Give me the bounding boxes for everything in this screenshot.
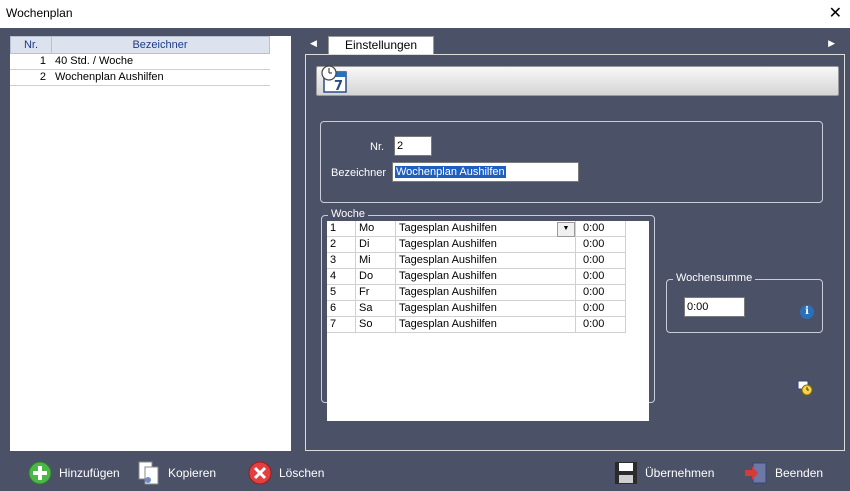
row-nr: 5 [330, 286, 337, 298]
plan-list-row[interactable]: 2 Wochenplan Aushilfen [10, 70, 270, 86]
row-plan[interactable]: Tagesplan Aushilfen [399, 301, 497, 316]
row-plan[interactable]: Tagesplan Aushilfen [399, 269, 497, 284]
copy-button-label: Kopieren [168, 466, 217, 480]
row-nr: 2 [39, 71, 46, 83]
row-plan[interactable]: Tagesplan Aushilfen [399, 221, 497, 236]
exit-button-label: Beenden [775, 466, 824, 480]
info-icon[interactable]: i [800, 305, 814, 319]
table-row[interactable]: 1 Mo Tagesplan Aushilfen ▼ 0:00 [327, 221, 625, 237]
bezeichner-label: Bezeichner [331, 167, 387, 179]
wochensumme-title: Wochensumme [673, 272, 756, 284]
row-time: 0:00 [583, 222, 605, 234]
add-button[interactable]: Hinzufügen [27, 458, 120, 488]
row-nr: 2 [330, 238, 337, 250]
bezeichner-value: Wochenplan Aushilfen [395, 166, 506, 178]
plus-icon [28, 461, 52, 485]
row-day: Fr [359, 286, 370, 298]
row-nr: 3 [330, 254, 337, 266]
row-nr: 6 [330, 302, 337, 314]
add-button-label: Hinzufügen [59, 466, 120, 480]
woche-title: Woche [328, 208, 369, 220]
tab-scroll-right-icon[interactable]: ▶ [828, 38, 835, 49]
exit-button[interactable]: Beenden [743, 458, 823, 488]
tab-strip: ◀ Einstellungen ▶ [300, 34, 845, 55]
plan-list-header: Nr. Bezeichner [10, 36, 270, 54]
row-nr: 7 [330, 318, 337, 330]
row-plan[interactable]: Tagesplan Aushilfen [399, 285, 497, 300]
row-plan[interactable]: Tagesplan Aushilfen [399, 237, 497, 252]
table-row[interactable]: 2 Di Tagesplan Aushilfen 0:00 [327, 237, 625, 253]
row-plan[interactable]: Tagesplan Aushilfen [399, 317, 497, 332]
delete-button[interactable]: Löschen [247, 458, 324, 488]
table-row[interactable]: 4 Do Tagesplan Aushilfen 0:00 [327, 269, 625, 285]
tab-einstellungen[interactable]: Einstellungen [328, 36, 434, 55]
row-time: 0:00 [583, 302, 605, 314]
row-day: So [359, 318, 373, 330]
row-day: Di [359, 238, 370, 250]
window-title: Wochenplan [6, 6, 73, 20]
row-nr: 1 [39, 55, 46, 67]
close-icon[interactable]: ✕ [829, 3, 842, 23]
title-bar: Wochenplan ✕ [0, 0, 850, 29]
table-row[interactable]: 5 Fr Tagesplan Aushilfen 0:00 [327, 285, 625, 301]
copy-button[interactable]: Kopieren [136, 458, 216, 488]
row-bezeichner: Wochenplan Aushilfen [55, 71, 164, 83]
row-bezeichner: 40 Std. / Woche [55, 55, 134, 67]
save-icon [615, 462, 637, 484]
client-area: Nr. Bezeichner 1 40 Std. / Woche 2 Woche… [0, 28, 850, 491]
delete-button-label: Löschen [279, 466, 325, 480]
row-time: 0:00 [583, 318, 605, 330]
woche-table: 1 Mo Tagesplan Aushilfen ▼ 0:00 2 Di Tag… [327, 221, 649, 421]
svg-text:7: 7 [334, 79, 343, 94]
row-time: 0:00 [583, 254, 605, 266]
tab-scroll-left-icon[interactable]: ◀ [310, 38, 317, 49]
plan-list: Nr. Bezeichner 1 40 Std. / Woche 2 Woche… [10, 36, 291, 451]
calendar-week-icon: 7 [321, 65, 347, 94]
row-time: 0:00 [583, 270, 605, 282]
apply-button-label: Übernehmen [645, 466, 715, 480]
row-time: 0:00 [583, 286, 605, 298]
row-time: 0:00 [583, 238, 605, 250]
table-row[interactable]: 6 Sa Tagesplan Aushilfen 0:00 [327, 301, 625, 317]
delete-icon [248, 461, 272, 485]
row-day: Mi [359, 254, 371, 266]
clock-icon[interactable] [797, 380, 813, 396]
panel-toolbar: 7 [316, 65, 839, 96]
nr-label: Nr. [370, 141, 385, 153]
nr-field[interactable]: 2 [394, 136, 432, 156]
apply-button[interactable]: Übernehmen [613, 458, 714, 488]
table-row[interactable]: 3 Mi Tagesplan Aushilfen 0:00 [327, 253, 625, 269]
row-day: Do [359, 270, 374, 282]
row-plan[interactable]: Tagesplan Aushilfen [399, 253, 497, 268]
chevron-down-icon[interactable]: ▼ [557, 222, 575, 237]
row-nr: 1 [330, 222, 337, 234]
wochensumme-field[interactable]: 0:00 [684, 297, 745, 317]
copy-icon [138, 461, 159, 485]
plan-list-row[interactable]: 1 40 Std. / Woche [10, 54, 270, 70]
bottom-toolbar: Hinzufügen Kopieren Löschen Übernehmen B… [0, 454, 850, 491]
row-day: Sa [359, 302, 373, 314]
column-header-bezeichner[interactable]: Bezeichner [51, 37, 269, 53]
column-header-nr[interactable]: Nr. [11, 37, 52, 53]
row-nr: 4 [330, 270, 337, 282]
row-day: Mo [359, 222, 375, 234]
exit-icon [745, 462, 767, 484]
table-row[interactable]: 7 So Tagesplan Aushilfen 0:00 [327, 317, 625, 333]
bezeichner-field[interactable]: Wochenplan Aushilfen [392, 162, 579, 182]
